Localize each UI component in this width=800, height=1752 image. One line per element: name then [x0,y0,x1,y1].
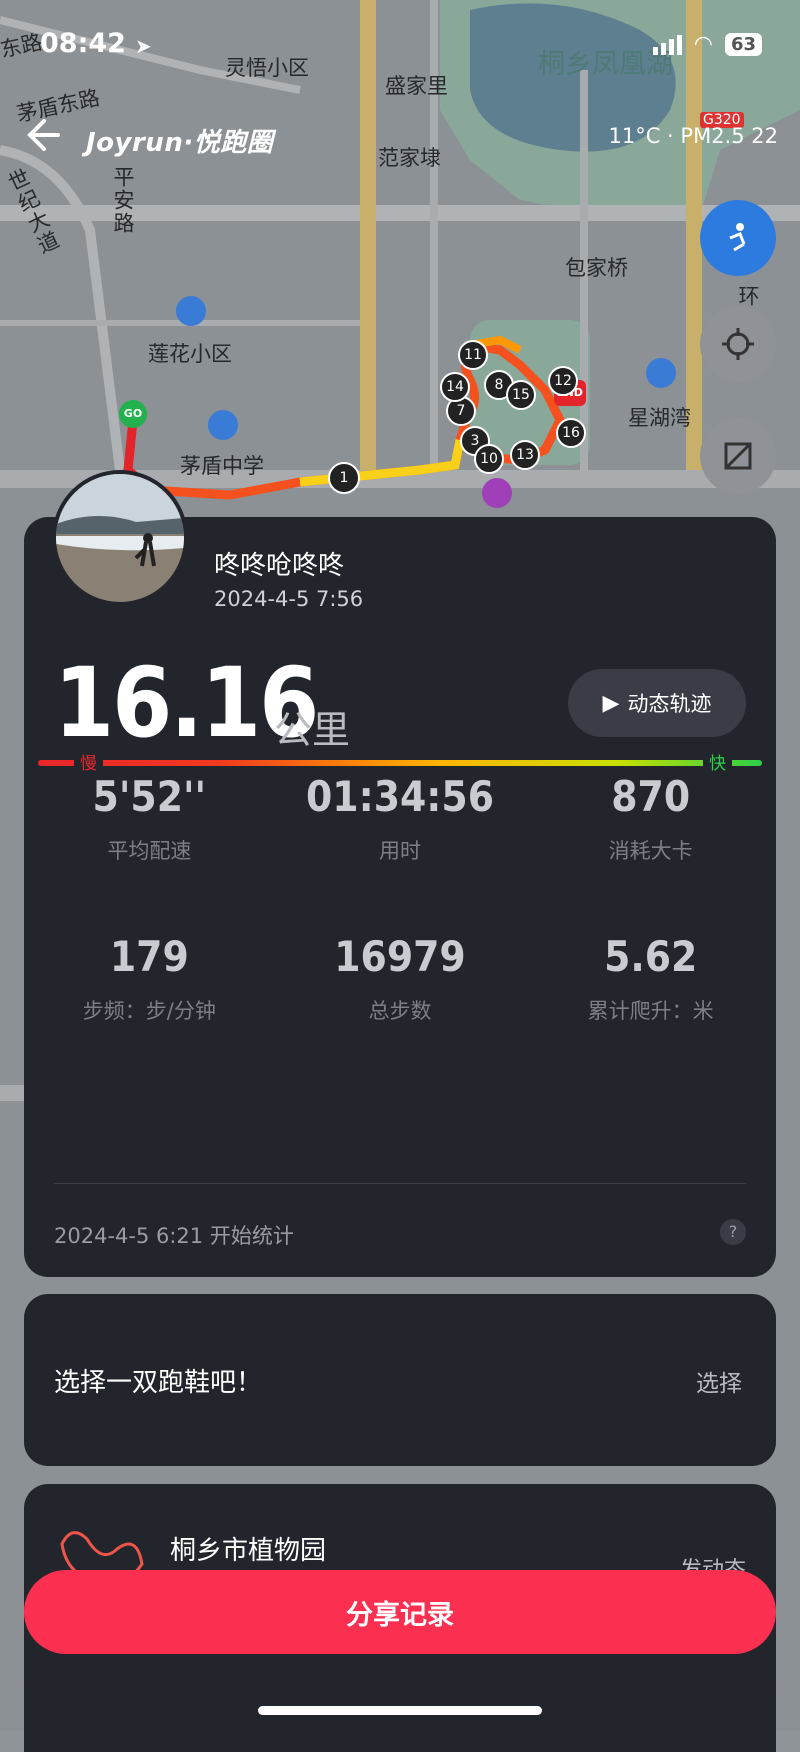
back-button[interactable] [22,115,62,155]
km-marker: 15 [506,380,536,410]
km-marker: 12 [548,366,578,396]
stat-value: 01:34:56 [306,772,494,821]
stat-label: 用时 [379,839,421,863]
pace-slow-label: 慢 [74,749,103,774]
stat-value: 870 [611,772,691,821]
weather-info: 11°C · PM2.5 22 [608,124,779,148]
km-marker: 1 [328,462,360,494]
stats-row: 179 步频：步/分钟 16979 总步数 5.62 累计爬升：米 [24,932,776,1025]
map-label: 茅盾中学 [180,454,264,478]
divider [54,1183,746,1184]
share-record-button[interactable]: 分享记录 [24,1570,776,1654]
stats-row: 5'52'' 平均配速 01:34:56 用时 870 消耗大卡 [24,772,776,865]
status-icons: ◠ 63 [652,32,762,57]
stat-value: 16979 [334,932,466,981]
status-time: 08:42 [40,28,126,59]
avatar[interactable] [52,470,188,606]
locate-button[interactable] [700,306,776,382]
km-marker: 11 [458,340,488,370]
stat-calories: 870 消耗大卡 [525,772,776,865]
map-layer-button[interactable] [700,418,776,494]
stat-value: 5'52'' [92,772,207,821]
km-marker: 10 [474,444,504,474]
map-label: 范家埭 [378,146,441,170]
play-icon: ▶ [602,690,620,716]
app-logo: Joyrun·悦跑圈 [86,128,274,158]
map-label: 盛家里 [385,74,448,98]
km-marker: 16 [556,418,586,448]
map-label: 平安路 [111,166,135,235]
map-layer-icon [724,442,752,470]
hotel-icon [482,478,512,508]
battery-icon: 63 [724,33,762,56]
shoe-select-button[interactable]: 选择 [696,1364,742,1398]
stat-value: 5.62 [604,932,698,981]
place-name: 桐乡市植物园 [170,1536,327,1566]
km-marker: 13 [510,440,540,470]
stat-total-steps: 16979 总步数 [275,932,526,1025]
km-marker: 14 [440,372,470,402]
stat-avg-pace: 5'52'' 平均配速 [24,772,275,865]
stat-label: 平均配速 [107,839,192,863]
locate-icon [722,328,754,360]
route-start-marker: GO [119,400,147,428]
residential-icon [646,358,676,388]
signal-icon [652,34,682,55]
stat-label: 累计爬升：米 [587,999,714,1023]
stat-duration: 01:34:56 用时 [275,772,526,865]
stat-label: 消耗大卡 [608,839,693,863]
navigation-button[interactable] [700,200,776,276]
user-name: 咚咚呛咚咚 [214,551,345,581]
stat-label: 总步数 [368,999,432,1023]
shoe-prompt: 选择一双跑鞋吧！ [54,1368,263,1398]
pace-fast-label: 快 [703,749,732,774]
distance-unit: 公里 [274,708,351,752]
stat-cadence: 179 步频：步/分钟 [24,932,275,1025]
dynamic-track-button[interactable]: ▶ 动态轨迹 [568,669,746,737]
status-bar: 08:42 ➤ ◠ 63 [0,28,800,68]
map-label: 星湖湾 [628,406,691,430]
avatar-photo [56,474,184,602]
map-label: 包家桥 [565,256,628,280]
running-shoe-card[interactable]: 选择一双跑鞋吧！ 选择 [24,1294,776,1466]
cyclist-icon [729,223,746,252]
school-icon [208,410,238,440]
map-label: 莲花小区 [148,342,232,366]
stat-label: 步频：步/分钟 [82,999,216,1023]
residential-icon [176,296,206,326]
back-arrow-icon [27,119,60,151]
run-summary-card: 咚咚呛咚咚 2024-4-5 7:56 16.16 公里 ▶ 动态轨迹 慢 快 … [24,517,776,1277]
stat-value: 179 [109,932,189,981]
wifi-icon: ◠ [693,32,713,57]
location-arrow-icon: ➤ [135,34,152,58]
dynamic-track-label: 动态轨迹 [627,692,712,716]
home-indicator[interactable] [258,1706,542,1715]
start-time-note: 2024-4-5 6:21 开始统计 [54,1224,294,1248]
stat-elevation-gain: 5.62 累计爬升：米 [525,932,776,1025]
run-date: 2024-4-5 7:56 [214,587,364,611]
help-icon[interactable]: ? [720,1219,746,1245]
pace-gradient [38,760,762,766]
